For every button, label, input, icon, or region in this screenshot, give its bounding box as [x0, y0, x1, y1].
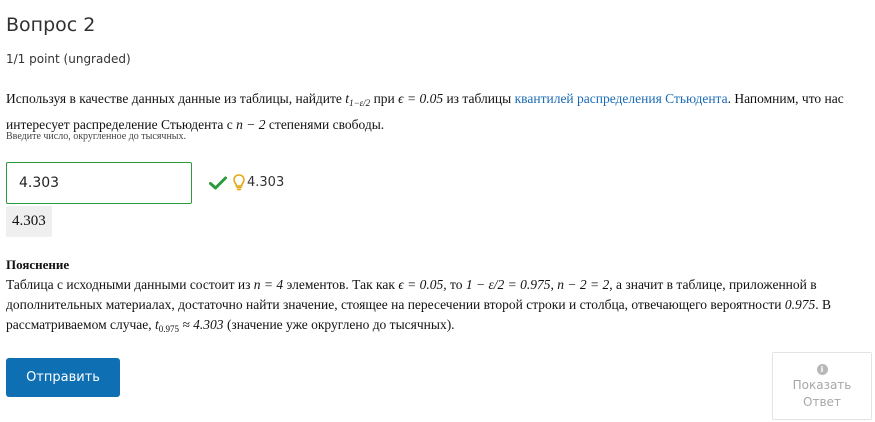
question-text-part: при [370, 91, 399, 106]
lightbulb-icon [233, 174, 245, 191]
status-value: 4.303 [247, 175, 285, 190]
formula-epsilon: ϵ = 0.05 [398, 91, 444, 106]
explanation-text: Таблица с исходными данными состоит из n… [6, 275, 872, 339]
formula-t-subscript: 0.975 [158, 324, 180, 334]
formula-n: n = 4 [253, 277, 284, 292]
formula-probability: 0.975 [784, 297, 816, 312]
formula-degrees: n − 2 = 2 [557, 277, 610, 292]
show-answer-button[interactable]: i Показать Ответ [772, 352, 872, 420]
answer-status: 4.303 [209, 174, 284, 191]
explanation-heading: Пояснение [6, 257, 70, 272]
input-hint: Введите число, округленное до тысячных. [6, 131, 187, 142]
question-text-part: Используя в качестве данных данные из та… [6, 91, 346, 106]
explanation-part: Таблица с исходными данными состоит из [6, 277, 254, 292]
submit-button[interactable]: Отправить [6, 358, 120, 397]
question-title: Вопрос 2 [6, 14, 96, 36]
explanation-part: элементов. Так как [283, 277, 399, 292]
question-points: 1/1 point (ungraded) [6, 52, 131, 66]
show-answer-label-line1: Показать [792, 377, 852, 392]
answer-preview: 4.303 [6, 206, 52, 237]
question-text-part: степенями свободы. [265, 117, 385, 132]
formula-degrees: n − 2 [236, 117, 266, 132]
answer-input[interactable] [6, 162, 192, 204]
question-text-part: из таблицы [443, 91, 515, 106]
explanation-part: , то [443, 277, 466, 292]
question-text: Используя в качестве данных данные из та… [6, 88, 872, 136]
checkmark-icon [209, 176, 227, 190]
formula-quantile-level: 1 − ε/2 = 0.975 [465, 277, 551, 292]
info-icon: i [816, 363, 828, 375]
show-answer-label-line2: Ответ [803, 394, 841, 409]
formula-result: ≈ 4.303 [179, 317, 224, 332]
explanation-part: (значение уже округлено до тысячных). [223, 317, 455, 332]
formula-epsilon: ϵ = 0.05 [398, 277, 444, 292]
student-quantiles-link[interactable]: квантилей распределения Стьюдента [515, 91, 728, 106]
formula-t-subscript: 1−ε/2 [349, 98, 371, 108]
